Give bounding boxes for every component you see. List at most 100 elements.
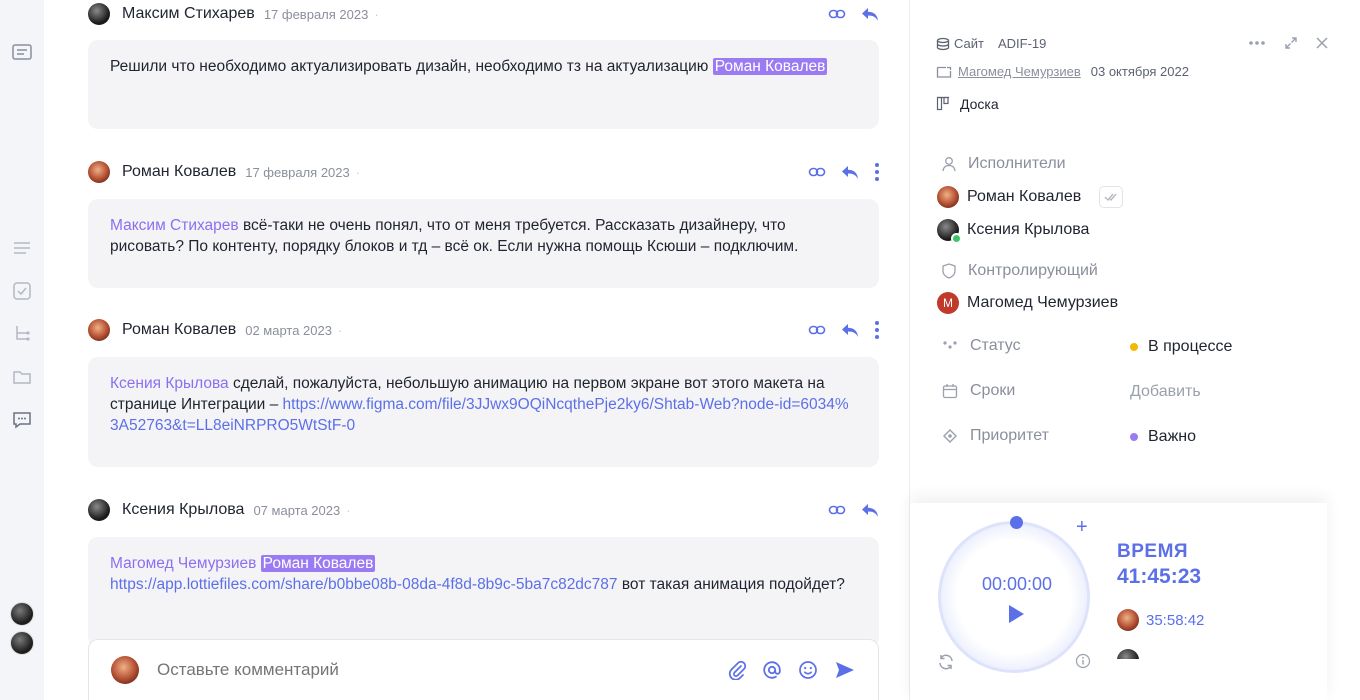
link-icon[interactable]	[828, 5, 846, 23]
database-icon	[936, 37, 950, 50]
expand-icon[interactable]	[1284, 36, 1298, 50]
avatar	[937, 219, 962, 244]
controller[interactable]: М Магомед Чемурзиев	[937, 292, 1118, 314]
comment-author[interactable]: Роман Ковалев	[122, 321, 236, 339]
timer-dial: 00:00:00	[938, 521, 1090, 673]
status-icon	[943, 341, 957, 349]
mention-link[interactable]: Ксения Крылова	[110, 375, 229, 392]
comment-text: Решили что необходимо актуализировать ди…	[110, 58, 709, 75]
creator-name[interactable]: Магомед Чемурзиев	[958, 64, 1081, 79]
avatar[interactable]	[88, 161, 110, 183]
avatar	[1117, 649, 1139, 659]
avatar: М	[937, 292, 959, 314]
shield-icon	[942, 263, 956, 279]
panel-controls	[1248, 36, 1328, 50]
time-tracker: 00:00:00 + ВРЕМЯ 41:45:23 35:58:42	[910, 503, 1327, 700]
priority-dot	[1130, 433, 1138, 441]
priority-label: Приоритет	[942, 427, 1049, 445]
status-dot	[1130, 343, 1138, 351]
reply-icon[interactable]	[860, 5, 880, 23]
comment-author[interactable]: Максим Стихарев	[122, 5, 255, 23]
checklist-icon[interactable]	[11, 280, 33, 302]
accepted-badge[interactable]	[1099, 186, 1124, 208]
avatar	[1117, 609, 1139, 631]
comment-header: Роман Ковалев 02 марта 2023 ·	[88, 316, 880, 344]
separator-dot: ·	[337, 322, 343, 338]
play-icon[interactable]	[1007, 604, 1025, 624]
subtasks-icon[interactable]	[11, 323, 33, 345]
add-time-icon[interactable]: +	[1076, 516, 1088, 539]
assignee-name: Ксения Крылова	[967, 221, 1090, 238]
info-icon[interactable]	[1075, 653, 1091, 669]
link-icon[interactable]	[808, 163, 826, 181]
assignee[interactable]: Роман Ковалев	[937, 186, 1124, 208]
board-link[interactable]: Доска	[936, 96, 999, 112]
reply-icon[interactable]	[840, 163, 860, 181]
comment-body: Ксения Крылова сделай, пожалуйста, небол…	[88, 357, 879, 467]
mention-tag[interactable]: Роман Ковалев	[260, 555, 376, 572]
refresh-icon[interactable]	[937, 653, 955, 671]
description-icon[interactable]	[11, 41, 33, 63]
mention-tag[interactable]: Роман Ковалев	[712, 58, 828, 75]
mention-link[interactable]: Магомед Чемурзиев	[110, 555, 256, 572]
comment-body: Решили что необходимо актуализировать ди…	[88, 40, 879, 129]
status-label: Статус	[942, 337, 1021, 355]
reply-icon[interactable]	[840, 321, 860, 339]
created-date: 03 октября 2022	[1090, 64, 1189, 79]
link-icon[interactable]	[808, 321, 826, 339]
calendar-icon	[942, 384, 958, 399]
avatar[interactable]	[88, 3, 110, 25]
avatar	[111, 656, 139, 684]
comment-author[interactable]: Роман Ковалев	[122, 163, 236, 181]
timer-current: 00:00:00	[981, 574, 1053, 594]
timer-knob[interactable]	[1010, 516, 1023, 529]
priority-value[interactable]: Важно	[1130, 428, 1196, 446]
mention-icon[interactable]	[762, 660, 782, 680]
avatar[interactable]	[10, 631, 34, 655]
comment-body: Максим Стихарев всё-таки не очень понял,…	[88, 199, 879, 288]
deadline-add[interactable]: Добавить	[1130, 383, 1201, 401]
comment-author[interactable]: Ксения Крылова	[122, 501, 244, 519]
more-vertical-icon[interactable]	[874, 320, 880, 340]
assignee[interactable]: Ксения Крылова	[937, 219, 1090, 244]
comment-date: 17 февраля 2023	[245, 164, 350, 180]
attach-icon[interactable]	[728, 660, 746, 680]
task-code[interactable]: ADIF-19	[998, 36, 1046, 51]
link-icon[interactable]	[828, 501, 846, 519]
comment-header: Роман Ковалев 17 февраля 2023 ·	[88, 158, 880, 186]
avatar	[937, 186, 959, 208]
folder-icon[interactable]	[11, 366, 33, 388]
task-created: Магомед Чемурзиев 03 октября 2022	[936, 64, 1189, 79]
comments-icon[interactable]	[11, 409, 33, 431]
time-title: ВРЕМЯ	[1117, 541, 1189, 562]
avatar[interactable]	[88, 319, 110, 341]
avatar[interactable]	[88, 499, 110, 521]
board-label: Доска	[960, 96, 999, 112]
comment-header: Ксения Крылова 07 марта 2023 ·	[88, 496, 880, 524]
deadline-label: Сроки	[942, 382, 1015, 400]
avatar[interactable]	[10, 602, 34, 626]
comment-header: Максим Стихарев 17 февраля 2023 ·	[88, 0, 880, 28]
comment-composer	[88, 639, 879, 700]
project-name[interactable]: Сайт	[954, 36, 984, 51]
task-details-panel: Сайт ADIF-19 Магомед Чемурзиев 03 октябр…	[909, 0, 1360, 700]
list-icon[interactable]	[11, 237, 33, 259]
send-icon[interactable]	[834, 660, 856, 680]
task-meta: Сайт ADIF-19	[936, 36, 1046, 51]
double-check-icon	[1104, 193, 1117, 202]
comment-body: Магомед Чемурзиев Роман Ковалев https://…	[88, 537, 879, 647]
mention-link[interactable]: Максим Стихарев	[110, 217, 239, 234]
more-vertical-icon[interactable]	[874, 162, 880, 182]
close-icon[interactable]	[1316, 37, 1328, 49]
emoji-icon[interactable]	[798, 660, 818, 680]
status-value[interactable]: В процессе	[1130, 338, 1232, 356]
separator-dot: ·	[355, 164, 361, 180]
user-time-row	[1117, 649, 1139, 659]
comment-date: 17 февраля 2023	[263, 6, 369, 22]
lottie-link[interactable]: https://app.lottiefiles.com/share/b0bbe0…	[110, 576, 618, 593]
board-icon	[936, 96, 949, 111]
reply-icon[interactable]	[860, 501, 880, 519]
comment-input[interactable]	[157, 660, 728, 680]
comment-date: 02 марта 2023	[245, 322, 332, 338]
more-horizontal-icon[interactable]	[1248, 40, 1266, 46]
